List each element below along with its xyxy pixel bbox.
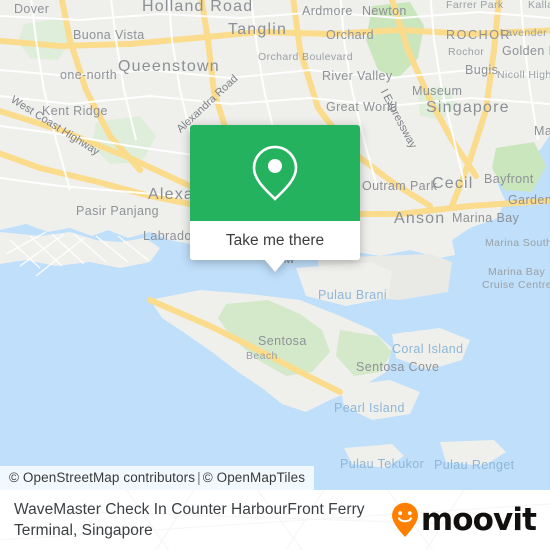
map-page: Dover Holland Road Ardmore Newton Farrer Par… bbox=[0, 0, 550, 550]
poi-card-body: Take me there bbox=[190, 125, 360, 260]
moovit-wordmark: moovit bbox=[420, 501, 537, 538]
page-title: WaveMaster Check In Counter HarbourFront… bbox=[14, 501, 365, 539]
map-attribution: © OpenStreetMap contributors | © OpenMapTi… bbox=[0, 466, 315, 490]
poi-callout-card[interactable]: Take me there bbox=[190, 125, 360, 272]
map-canvas[interactable]: Dover Holland Road Ardmore Newton Farrer Par… bbox=[0, 0, 550, 490]
footer-bar: WaveMaster Check In Counter HarbourFront… bbox=[0, 490, 550, 550]
attribution-separator: | bbox=[197, 470, 201, 485]
moovit-pin-smiley-icon bbox=[391, 502, 418, 537]
card-pointer-arrow bbox=[264, 259, 286, 272]
map-pin-icon bbox=[252, 145, 298, 201]
attribution-tiles[interactable]: © OpenMapTiles bbox=[203, 470, 305, 485]
poi-card-image bbox=[190, 125, 360, 221]
attribution-osm[interactable]: © OpenStreetMap contributors bbox=[9, 470, 195, 485]
take-me-there-button[interactable]: Take me there bbox=[190, 221, 360, 260]
moovit-logo[interactable]: moovit bbox=[391, 501, 537, 538]
